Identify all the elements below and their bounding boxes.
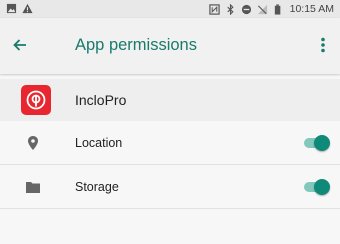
- page-title: App permissions: [75, 36, 197, 54]
- app-bar: App permissions: [0, 18, 340, 74]
- toggle-thumb: [314, 179, 330, 195]
- location-pin-icon: [24, 134, 42, 152]
- permission-label: Location: [75, 136, 123, 150]
- status-bar: 10:15 AM: [0, 0, 340, 18]
- app-name: IncloPro: [75, 92, 127, 108]
- toggle-thumb: [314, 135, 330, 151]
- permission-row-location[interactable]: Location: [0, 121, 340, 165]
- more-vert-icon[interactable]: [310, 32, 336, 58]
- warning-icon: [22, 3, 33, 14]
- storage-toggle[interactable]: [304, 179, 330, 195]
- no-signal-icon: [257, 4, 267, 14]
- image-icon: [6, 3, 17, 14]
- status-time: 10:15 AM: [289, 3, 334, 15]
- app-header-row: IncloPro: [0, 79, 340, 121]
- permission-row-storage[interactable]: Storage: [0, 165, 340, 209]
- permission-label: Storage: [75, 180, 119, 194]
- folder-icon: [24, 178, 42, 196]
- app-logo-icon: [21, 85, 51, 115]
- battery-icon: [274, 3, 280, 15]
- nfc-icon: [208, 3, 220, 15]
- location-toggle[interactable]: [304, 135, 330, 151]
- bluetooth-icon: [227, 3, 234, 15]
- do-not-disturb-icon: [241, 4, 251, 14]
- arrow-back-icon[interactable]: [8, 33, 32, 57]
